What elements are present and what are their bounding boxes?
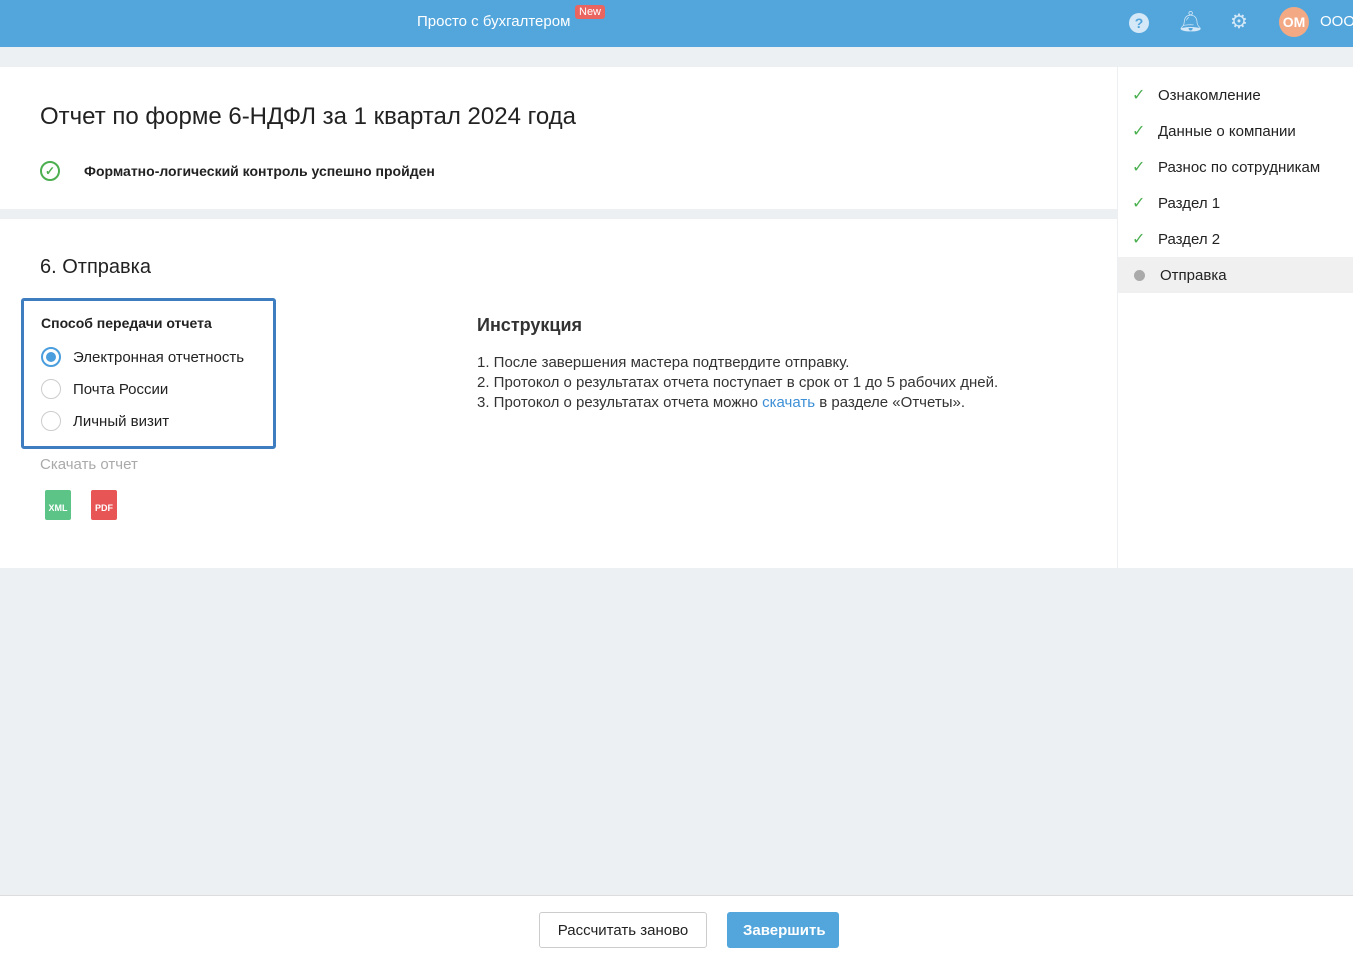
check-icon: ✓	[1132, 195, 1146, 212]
pdf-file-icon[interactable]: PDF	[91, 490, 117, 520]
check-icon: ✓	[1132, 159, 1146, 176]
radio-icon[interactable]	[41, 411, 61, 431]
report-header-card	[0, 67, 1117, 209]
step-section-2[interactable]: ✓ Раздел 2	[1118, 221, 1353, 257]
finish-button[interactable]: Завершить	[727, 912, 839, 948]
download-label: Скачать отчет	[40, 456, 138, 473]
download-link[interactable]: скачать	[762, 394, 815, 411]
transfer-method-title: Способ передачи отчета	[41, 315, 212, 331]
radio-electronic[interactable]: Электронная отчетность	[41, 341, 256, 373]
help-icon[interactable]: ?	[1128, 11, 1150, 33]
instructions-title: Инструкция	[477, 315, 583, 335]
section-title: 6. Отправка	[40, 256, 151, 278]
recalculate-button[interactable]: Рассчитать заново	[539, 912, 707, 948]
top-bar: Просто с бухгалтером New ? 🔔︎ ⚙ ОМ ООО	[0, 0, 1353, 47]
page-title: Отчет по форме 6-НДФЛ за 1 квартал 2024 …	[40, 103, 576, 130]
radio-icon[interactable]	[41, 347, 61, 367]
radio-icon[interactable]	[41, 379, 61, 399]
step-section-1[interactable]: ✓ Раздел 1	[1118, 185, 1353, 221]
brand-link[interactable]: Просто с бухгалтером	[417, 13, 570, 30]
instructions-text: 1. После завершения мастера подтвердите …	[477, 354, 999, 411]
step-intro[interactable]: ✓ Ознакомление	[1118, 77, 1353, 113]
bell-icon[interactable]: 🔔︎	[1178, 11, 1203, 33]
transfer-method-group: Способ передачи отчета Электронная отчет…	[21, 298, 276, 449]
check-icon: ✓	[1132, 123, 1146, 140]
footer: Рассчитать заново Завершить	[0, 895, 1353, 960]
step-send[interactable]: Отправка	[1118, 257, 1353, 293]
org-name[interactable]: ООО	[1320, 13, 1353, 30]
step-employees[interactable]: ✓ Разнос по сотрудникам	[1118, 149, 1353, 185]
check-status: ✓ Форматно-логический контроль успешно пр…	[40, 161, 435, 181]
avatar[interactable]: ОМ	[1279, 7, 1309, 37]
radio-post[interactable]: Почта России	[41, 373, 256, 405]
xml-file-icon[interactable]: XML	[45, 490, 71, 520]
check-icon: ✓	[1132, 87, 1146, 104]
step-company[interactable]: ✓ Данные о компании	[1118, 113, 1353, 149]
new-badge: New	[575, 5, 606, 19]
current-step-icon	[1134, 269, 1145, 281]
check-circle-icon: ✓	[40, 161, 60, 181]
check-icon: ✓	[1132, 231, 1146, 248]
steps-sidebar: ✓ Ознакомление ✓ Данные о компании ✓ Разнос…	[1118, 67, 1353, 568]
gear-icon[interactable]: ⚙	[1228, 11, 1250, 33]
radio-visit[interactable]: Личный визит	[41, 405, 256, 437]
